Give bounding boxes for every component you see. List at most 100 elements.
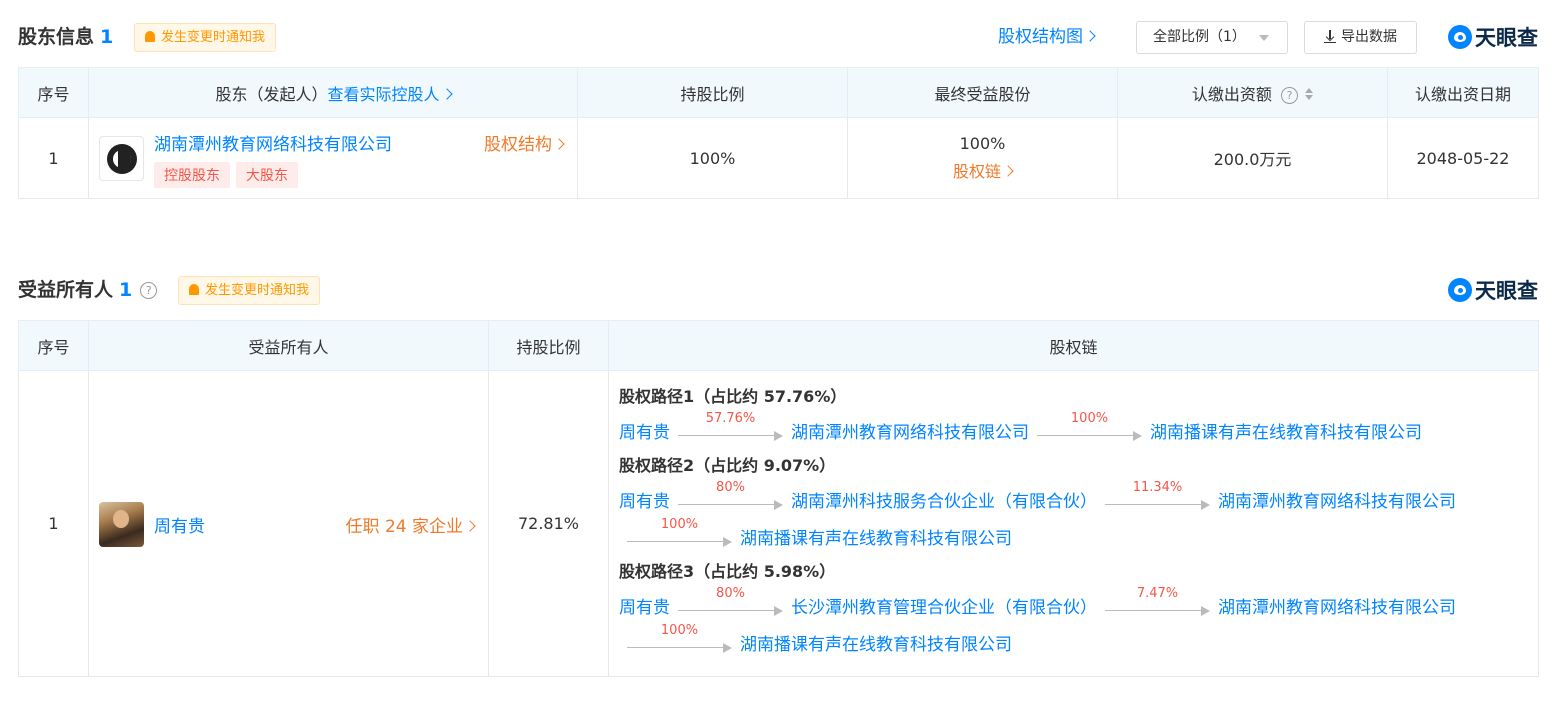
help-icon[interactable]: ?	[140, 282, 158, 299]
arrow-head	[1133, 431, 1142, 441]
export-data-button[interactable]: 导出数据	[1304, 21, 1417, 54]
arrow-line	[678, 610, 775, 611]
equity-chain-cell: 股权路径1（占比约 57.76%） 周有贵 57.76% 湖南潭州教育网络科技有限公司…	[608, 370, 1539, 677]
final-share-value: 100%	[959, 134, 1006, 153]
equity-path-node-link[interactable]: 湖南播课有声在线教育科技有限公司	[740, 527, 1012, 551]
help-icon[interactable]: ?	[1281, 86, 1298, 104]
notify-label: 发生变更时通知我	[205, 283, 310, 298]
arrow-right-icon: 100%	[627, 517, 732, 551]
arrow-head	[774, 606, 783, 616]
section-title-text: 受益所有人	[18, 279, 114, 301]
section-title: 受益所有人 1?	[18, 270, 158, 310]
equity-percentage: 57.76%	[705, 411, 756, 426]
col-index: 序号	[18, 320, 89, 371]
equity-chain-link[interactable]: 股权链	[848, 158, 1117, 186]
arrow-line	[627, 647, 724, 648]
equity-path-node-link[interactable]: 周有贵	[619, 596, 670, 620]
arrow-right-icon: 7.47%	[1105, 586, 1210, 620]
equity-percentage: 100%	[1070, 411, 1109, 426]
arrow-line	[678, 435, 775, 436]
arrow-line	[678, 504, 775, 505]
positions-link[interactable]: 任职 24 家企业	[345, 512, 476, 537]
company-name-link[interactable]: 湖南潭州教育网络科技有限公司	[154, 130, 392, 155]
arrow-line	[1105, 504, 1202, 505]
arrow-head	[723, 537, 732, 547]
avatar[interactable]	[99, 501, 144, 547]
equity-path-line: 周有贵 80% 长沙潭州教育管理合伙企业（有限合伙） 7.47% 湖南潭州教育网络科技有…	[619, 586, 1528, 620]
notify-button[interactable]: 发生变更时通知我	[178, 276, 321, 305]
table-header-row: 序号 受益所有人 持股比例 股权链	[18, 320, 1539, 371]
company-logo-icon	[106, 143, 137, 174]
equity-path-node-link[interactable]: 周有贵	[619, 421, 670, 445]
arrow-right-icon: 11.34%	[1105, 480, 1210, 514]
equity-path-node-link[interactable]: 湖南潭州教育网络科技有限公司	[1218, 596, 1456, 620]
equity-path-node-link[interactable]: 湖南潭州教育网络科技有限公司	[791, 421, 1029, 445]
equity-path-node-link[interactable]: 长沙潭州教育管理合伙企业（有限合伙）	[791, 596, 1097, 620]
equity-percentage: 100%	[660, 623, 699, 638]
chevron-right-icon	[1002, 165, 1014, 177]
equity-path-title: 股权路径2（占比约 9.07%）	[619, 456, 836, 475]
arrow-line	[1105, 610, 1202, 611]
equity-structure-link[interactable]: 股权结构	[484, 130, 565, 155]
col-subscribed-date: 认缴出资日期	[1387, 67, 1539, 118]
chevron-right-icon	[1084, 30, 1096, 42]
tianyancha-logo-text: 天眼查	[1475, 279, 1538, 303]
col-subscribed[interactable]: 认缴出资额 ?	[1117, 67, 1388, 118]
chevron-right-icon	[464, 519, 476, 532]
shareholder-tags: 控股股东 大股东	[154, 162, 298, 188]
chevron-right-icon	[440, 87, 453, 100]
owner-name-link[interactable]: 周有贵	[154, 512, 205, 537]
arrow-right-icon: 80%	[678, 586, 783, 620]
arrow-head	[1201, 606, 1210, 616]
equity-path-node-link[interactable]: 湖南潭州科技服务合伙企业（有限合伙）	[791, 490, 1097, 514]
bell-icon	[145, 31, 155, 42]
tianyancha-logo: 天眼查	[1448, 17, 1538, 57]
equity-percentage: 80%	[716, 586, 745, 601]
equity-path-title: 股权路径1（占比约 57.76%）	[619, 387, 847, 406]
equity-structure-chart-link[interactable]: 股权结构图	[998, 17, 1096, 57]
beneficiary-table: 序号 受益所有人 持股比例 股权链 1 周有贵 任职 24 家企业 72.81%…	[18, 320, 1539, 677]
shareholder-table: 序号 股东（发起人）查看实际控股人 持股比例 最终受益股份 认缴出资额 ? 认缴…	[18, 67, 1539, 199]
equity-path-title: 股权路径3（占比约 5.98%）	[619, 562, 836, 581]
export-data-label: 导出数据	[1341, 29, 1397, 45]
col-owner: 受益所有人	[88, 320, 489, 371]
tianyancha-logo-mark	[1448, 278, 1472, 302]
arrow-head	[774, 500, 783, 510]
subscribed-value: 200.0万元	[1117, 117, 1388, 199]
equity-percentage: 80%	[716, 480, 745, 495]
equity-path-node-link[interactable]: 湖南潭州教育网络科技有限公司	[1218, 490, 1456, 514]
equity-path-node-link[interactable]: 周有贵	[619, 490, 670, 514]
arrow-right-icon: 100%	[627, 623, 732, 657]
shareholder-section: 股东信息 1 发生变更时通知我 股权结构图 全部比例（1） 导出数据 天眼查 序号…	[18, 17, 1539, 199]
table-row: 1 湖南潭州教育网络科技有限公司 股权结构 控股股东 大股东 100% 100%…	[18, 117, 1539, 199]
section-count: 1	[100, 26, 114, 48]
arrow-head	[774, 431, 783, 441]
equity-path-line: 100% 湖南播课有声在线教育科技有限公司	[619, 517, 1528, 551]
equity-path-line: 周有贵 80% 湖南潭州科技服务合伙企业（有限合伙） 11.34% 湖南潭州教育网络科技…	[619, 480, 1528, 514]
actual-controller-label: 查看实际控股人	[327, 84, 440, 104]
section-title: 股东信息 1	[18, 17, 113, 57]
arrow-right-icon: 57.76%	[678, 411, 783, 445]
ratio-filter-select[interactable]: 全部比例（1）	[1136, 21, 1288, 54]
col-ratio: 持股比例	[488, 320, 609, 371]
col-shareholder: 股东（发起人）查看实际控股人	[88, 67, 578, 118]
col-ratio: 持股比例	[577, 67, 848, 118]
bell-icon	[189, 284, 199, 295]
equity-path-node-link[interactable]: 湖南播课有声在线教育科技有限公司	[740, 633, 1012, 657]
tag-major: 大股东	[236, 162, 298, 188]
tianyancha-logo: 天眼查	[1448, 270, 1538, 310]
tianyancha-logo-text: 天眼查	[1475, 26, 1538, 50]
col-final-share: 最终受益股份	[847, 67, 1118, 118]
equity-path-line: 100% 湖南播课有声在线教育科技有限公司	[619, 623, 1528, 657]
actual-controller-link[interactable]: 查看实际控股人	[327, 84, 453, 104]
positions-label: 任职 24 家企业	[345, 516, 463, 537]
notify-button[interactable]: 发生变更时通知我	[134, 23, 277, 52]
final-share-cell: 100% 股权链	[847, 117, 1118, 199]
arrow-right-icon: 100%	[1037, 411, 1142, 445]
equity-path-node-link[interactable]: 湖南播课有声在线教育科技有限公司	[1150, 421, 1422, 445]
arrow-line	[627, 541, 724, 542]
company-logo[interactable]	[99, 136, 144, 181]
sort-icon[interactable]	[1305, 85, 1314, 104]
tianyancha-logo-mark	[1448, 25, 1472, 49]
arrow-right-icon: 80%	[678, 480, 783, 514]
